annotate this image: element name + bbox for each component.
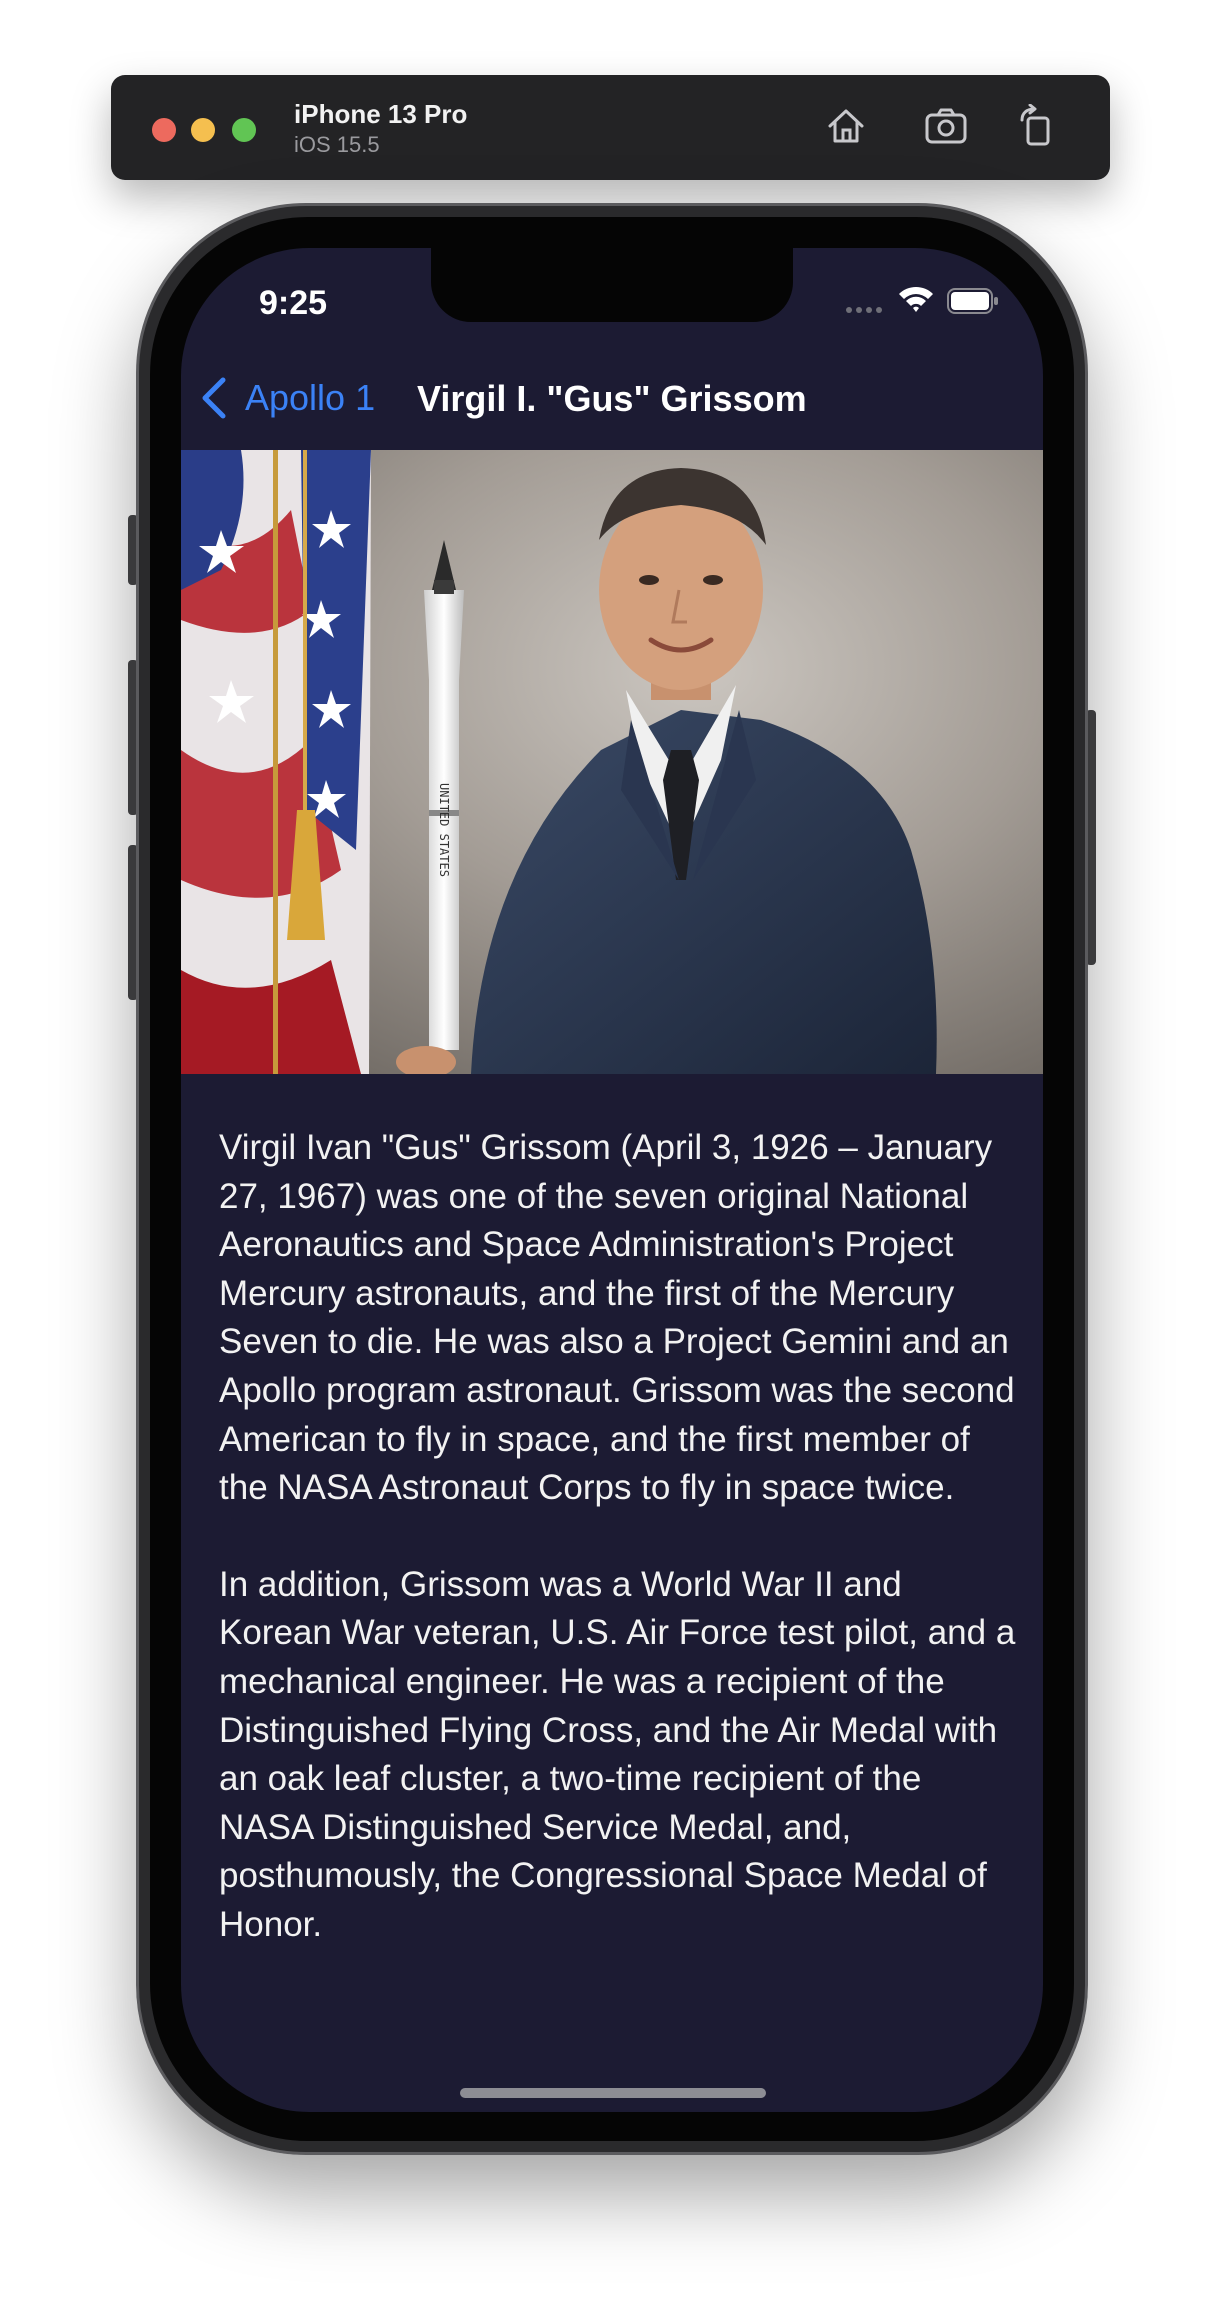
back-button[interactable]: Apollo 1 [199,368,375,428]
minimize-window-button[interactable] [191,118,215,142]
chevron-left-icon [202,377,226,419]
back-button-label: Apollo 1 [245,377,376,418]
wifi-icon [899,286,933,312]
rocket-lettering: UNITED STATES [437,783,451,877]
close-window-button[interactable] [152,118,176,142]
bio-paragraph: Virgil Ivan "Gus" Grissom (April 3, 1926… [219,1128,1015,1508]
canvas: iPhone 13 Pro iOS 15.5 9:25 Apollo 1 Vir… [0,0,1222,2308]
biography-text: Virgil Ivan "Gus" Grissom (April 3, 1926… [219,1124,1019,1998]
phone-screen: 9:25 Apollo 1 Virgil I. "Gus" Grissom UN… [181,248,1043,2112]
screenshot-icon[interactable] [922,104,970,148]
device-name: iPhone 13 Pro [294,99,468,129]
zoom-window-button[interactable] [232,118,256,142]
home-icon[interactable] [822,104,870,148]
bio-paragraph: In addition, Grissom was a World War II … [219,1564,1016,1944]
astronaut-portrait: UNITED STATES [181,450,1043,1074]
os-version: iOS 15.5 [294,132,380,157]
rotate-icon[interactable] [1014,104,1062,148]
home-indicator[interactable] [460,2088,766,2098]
page-title: Virgil I. "Gus" Grissom [417,378,807,419]
notch [431,248,793,322]
battery-icon [947,288,998,314]
status-time: 9:25 [259,284,328,322]
cellular-signal-icon [846,307,882,313]
